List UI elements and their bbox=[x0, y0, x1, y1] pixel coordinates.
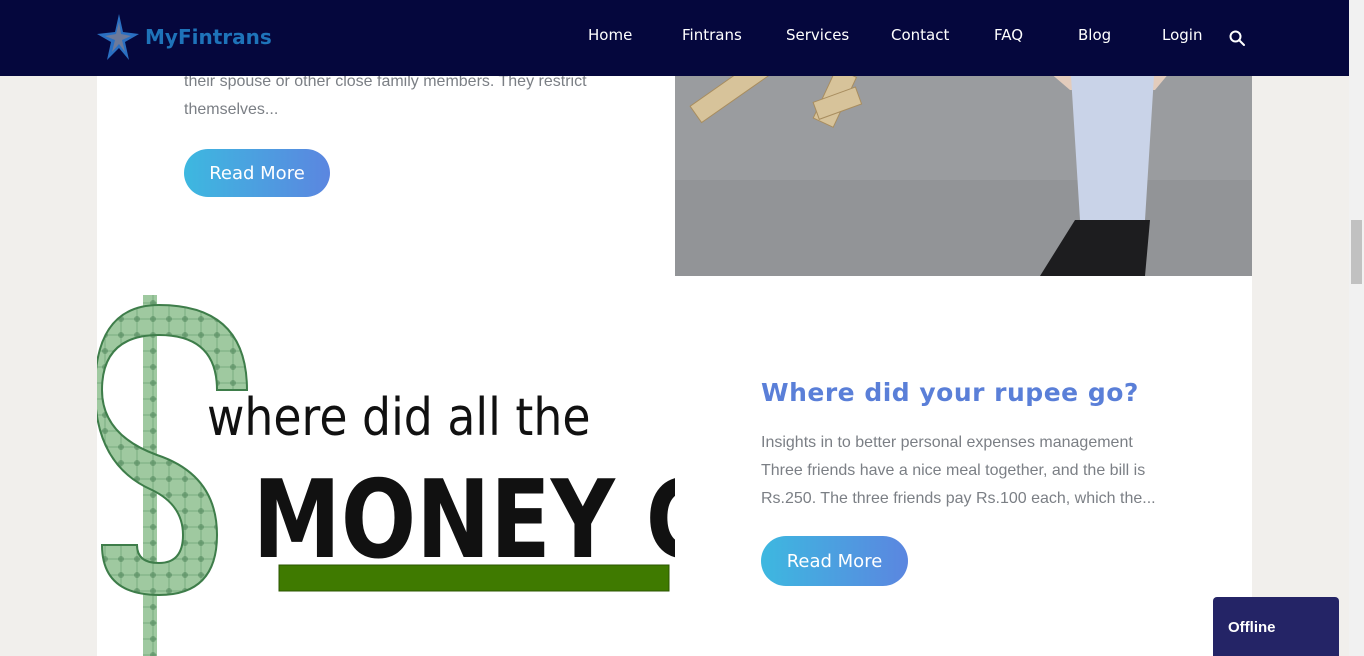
blog-list: their spouse or other close family membe… bbox=[97, 0, 1252, 656]
nav-contact[interactable]: Contact bbox=[891, 26, 949, 44]
post-2-content: Where did your rupee go? Insights in to … bbox=[761, 378, 1161, 513]
logo-text: MyFintrans bbox=[145, 25, 272, 49]
site-header: MyFintrans Home Fintrans Services Contac… bbox=[0, 0, 1349, 76]
post-2-title[interactable]: Where did your rupee go? bbox=[761, 378, 1161, 407]
scrollbar-thumb[interactable] bbox=[1351, 220, 1362, 284]
post-2-excerpt-line-1: Insights in to better personal expenses … bbox=[761, 434, 1133, 451]
nav-blog[interactable]: Blog bbox=[1078, 26, 1111, 44]
post-2-excerpt-line-3: Rs.250. The three friends pay Rs.100 eac… bbox=[761, 490, 1156, 507]
post-2-excerpt-line-2: Three friends have a nice meal together,… bbox=[761, 462, 1146, 479]
nav-services[interactable]: Services bbox=[786, 26, 849, 44]
chat-status: Offline bbox=[1228, 619, 1276, 636]
post-1-excerpt-line-2: themselves... bbox=[184, 101, 279, 118]
search-icon[interactable] bbox=[1228, 29, 1246, 47]
nav-home[interactable]: Home bbox=[588, 26, 632, 44]
post-1-read-more-button[interactable]: Read More bbox=[184, 149, 330, 197]
nav-faq[interactable]: FAQ bbox=[994, 26, 1023, 44]
post-2-read-more-button[interactable]: Read More bbox=[761, 536, 908, 586]
nav-login[interactable]: Login bbox=[1162, 26, 1202, 44]
money-dollar-sign-illustration: where did all the MONEY GO? bbox=[97, 295, 675, 656]
logo[interactable]: MyFintrans bbox=[97, 12, 272, 62]
page-scrollbar[interactable] bbox=[1349, 0, 1364, 656]
logo-star-icon bbox=[97, 14, 139, 60]
post-2-image[interactable]: where did all the MONEY GO? bbox=[97, 295, 675, 656]
image-text-line-1: where did all the bbox=[207, 387, 590, 448]
image-text-line-2: MONEY GO? bbox=[253, 457, 675, 583]
chat-widget[interactable]: Offline bbox=[1213, 597, 1339, 656]
post-1-excerpt: their spouse or other close family membe… bbox=[184, 68, 614, 124]
nav-fintrans[interactable]: Fintrans bbox=[682, 26, 742, 44]
